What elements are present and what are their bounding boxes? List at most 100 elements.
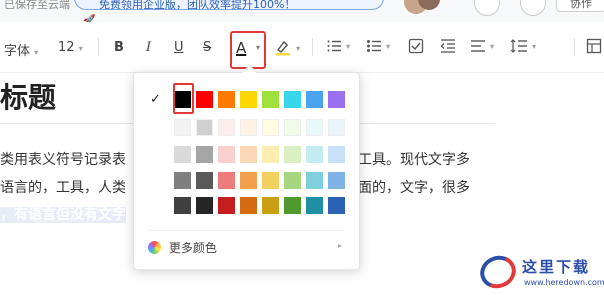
selected-swatch-highlight [173, 83, 194, 114]
bold-button[interactable]: B [114, 40, 124, 55]
document-title[interactable]: 标题 [0, 76, 56, 116]
color-swatch[interactable] [262, 197, 279, 214]
color-swatch[interactable] [174, 119, 191, 136]
align-button[interactable]: ▾ [470, 38, 494, 58]
font-family-label: 字体 [4, 44, 31, 59]
toolbar-divider [98, 38, 99, 56]
color-swatch[interactable] [306, 119, 323, 136]
color-swatch[interactable] [262, 172, 279, 189]
color-swatch[interactable] [218, 146, 235, 163]
highlighter-icon [276, 40, 290, 56]
ordered-list-icon [327, 40, 341, 52]
bullet-list-icon [367, 40, 381, 52]
color-swatch[interactable] [306, 146, 323, 163]
color-swatch[interactable] [284, 119, 301, 136]
bullet-list-button[interactable]: ▾ [366, 38, 390, 58]
chevron-down-icon: ▾ [346, 42, 351, 51]
selected-text[interactable]: ，有语言但没有文字 [0, 207, 126, 223]
table-button[interactable] [586, 38, 602, 58]
chevron-right-icon: ▸ [338, 241, 343, 250]
color-swatch[interactable] [196, 197, 213, 214]
color-swatch[interactable] [174, 197, 191, 214]
color-swatch[interactable] [306, 91, 323, 108]
color-swatch[interactable] [328, 146, 345, 163]
table-icon [586, 38, 602, 54]
color-swatch[interactable] [284, 91, 301, 108]
color-wheel-icon [148, 241, 161, 254]
logo-swirl-icon [475, 250, 521, 294]
color-swatch[interactable] [240, 146, 257, 163]
font-size-label: 12 [58, 40, 75, 55]
color-swatch[interactable] [262, 91, 279, 108]
check-icon: ✓ [150, 92, 161, 107]
color-swatch[interactable] [218, 197, 235, 214]
color-swatch[interactable] [328, 91, 345, 108]
chevron-down-icon: ▾ [78, 44, 83, 53]
color-swatch[interactable] [174, 172, 191, 189]
color-swatch[interactable] [196, 146, 213, 163]
paragraph-line-1-right[interactable]: 工具。现代文字多 [358, 149, 470, 169]
watermark-logo: 这里下载 www.heredown.com [475, 250, 604, 295]
color-swatch[interactable] [328, 197, 345, 214]
task-list-button[interactable] [408, 38, 424, 58]
font-color-icon: A [236, 39, 247, 57]
top-bar: 已保存至云端 🚀 免费领用企业版，团队效率提升100%！ 协作 [0, 0, 604, 22]
toolbar-divider [574, 38, 575, 56]
checkbox-icon [408, 38, 424, 54]
paragraph-line-1-left[interactable]: 类用表义符号记录表 [0, 149, 126, 169]
rocket-icon: 🚀 [83, 15, 96, 22]
font-color-button[interactable]: A ▾ [230, 31, 266, 69]
more-colors-label: 更多颜色 [168, 241, 217, 255]
underline-button[interactable]: U [174, 40, 184, 55]
font-size-select[interactable]: 12 ▾ [58, 40, 83, 55]
color-swatch[interactable] [306, 197, 323, 214]
more-colors-button[interactable]: 更多颜色 [148, 239, 217, 256]
color-swatch[interactable] [240, 172, 257, 189]
paragraph-line-2-right[interactable]: 面的，文字，很多 [358, 177, 470, 197]
color-swatch[interactable] [196, 91, 213, 108]
chevron-down-icon: ▾ [532, 42, 537, 51]
color-swatch[interactable] [328, 119, 345, 136]
color-swatch[interactable] [218, 91, 235, 108]
highlight-button[interactable]: ▾ [274, 38, 300, 60]
chevron-down-icon: ▾ [256, 43, 261, 52]
color-swatch[interactable] [328, 172, 345, 189]
font-family-select[interactable]: 字体 ▾ [4, 40, 38, 59]
color-swatch[interactable] [262, 119, 279, 136]
color-swatch[interactable] [240, 119, 257, 136]
color-swatch[interactable] [196, 119, 213, 136]
outdent-button[interactable] [440, 38, 456, 58]
chevron-down-icon: ▾ [296, 44, 301, 53]
outdent-icon [440, 39, 455, 53]
color-swatch[interactable] [284, 172, 301, 189]
paragraph-line-3[interactable]: ，有语言但没有文字 [0, 204, 126, 224]
collab-button[interactable]: 协作 [556, 0, 604, 12]
color-swatch[interactable] [240, 197, 257, 214]
save-status: 已保存至云端 [4, 0, 70, 11]
align-left-icon [471, 40, 485, 52]
toolbar-divider [312, 38, 313, 56]
italic-button[interactable]: I [146, 40, 151, 55]
notification-icon[interactable] [520, 0, 546, 16]
color-swatch[interactable] [218, 172, 235, 189]
strikethrough-button[interactable]: S [203, 40, 211, 55]
color-swatch[interactable] [240, 91, 257, 108]
popup-divider [148, 230, 344, 231]
line-spacing-button[interactable]: ▾ [510, 38, 536, 58]
color-swatch[interactable] [174, 146, 191, 163]
color-swatch[interactable] [284, 197, 301, 214]
color-swatch[interactable] [306, 172, 323, 189]
watermark-url: www.heredown.com [524, 278, 604, 287]
color-swatch[interactable] [218, 119, 235, 136]
history-icon[interactable] [474, 0, 500, 16]
color-swatch[interactable] [284, 146, 301, 163]
ordered-list-button[interactable]: ▾ [326, 38, 350, 58]
line-spacing-icon [510, 39, 527, 53]
color-swatch[interactable] [262, 146, 279, 163]
color-swatch[interactable] [196, 172, 213, 189]
watermark-name: 这里下载 [522, 258, 591, 276]
format-toolbar: 字体 ▾ 12 ▾ B I U S A ▾ ▾ ▾ ▾ ▾ ▾ [0, 22, 604, 73]
paragraph-line-2-left[interactable]: 语言的，工具，人类 [0, 177, 126, 197]
chevron-down-icon: ▾ [34, 48, 39, 57]
promo-banner[interactable]: 🚀 免费领用企业版，团队效率提升100%！ [74, 0, 384, 22]
